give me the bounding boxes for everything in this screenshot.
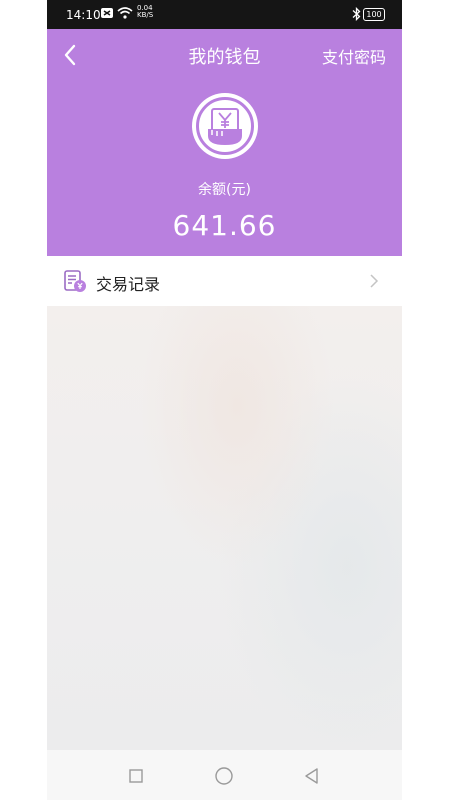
battery-indicator: 100 bbox=[363, 8, 385, 21]
transaction-record-item[interactable]: 交易记录 bbox=[47, 256, 402, 307]
network-speed-unit: KB/S bbox=[137, 11, 154, 19]
wifi-icon bbox=[117, 7, 133, 22]
system-nav-bar bbox=[47, 750, 402, 800]
phone-screen: 14:10 0.04 KB/S 100 我的钱包 支付密码 余额(元) 641.… bbox=[47, 0, 402, 800]
home-icon[interactable] bbox=[213, 765, 235, 787]
wallet-header: 我的钱包 支付密码 余额(元) 641.66 bbox=[47, 29, 402, 256]
bluetooth-icon bbox=[352, 6, 361, 24]
balance-label: 余额(元) bbox=[198, 182, 251, 198]
status-bar: 14:10 0.04 KB/S 100 bbox=[47, 0, 402, 29]
payment-password-button[interactable]: 支付密码 bbox=[322, 44, 386, 68]
back-icon[interactable] bbox=[301, 765, 323, 787]
network-speed: 0.04 KB/S bbox=[137, 5, 153, 19]
recent-apps-icon[interactable] bbox=[125, 765, 147, 787]
balance-value: 641.66 bbox=[172, 209, 277, 242]
notification-icon bbox=[100, 7, 114, 22]
status-time: 14:10 bbox=[66, 8, 101, 22]
transaction-record-icon bbox=[63, 269, 87, 293]
blurred-background bbox=[47, 306, 402, 750]
chevron-right-icon bbox=[368, 273, 380, 289]
transaction-record-label: 交易记录 bbox=[96, 275, 161, 294]
wallet-icon bbox=[190, 91, 260, 161]
